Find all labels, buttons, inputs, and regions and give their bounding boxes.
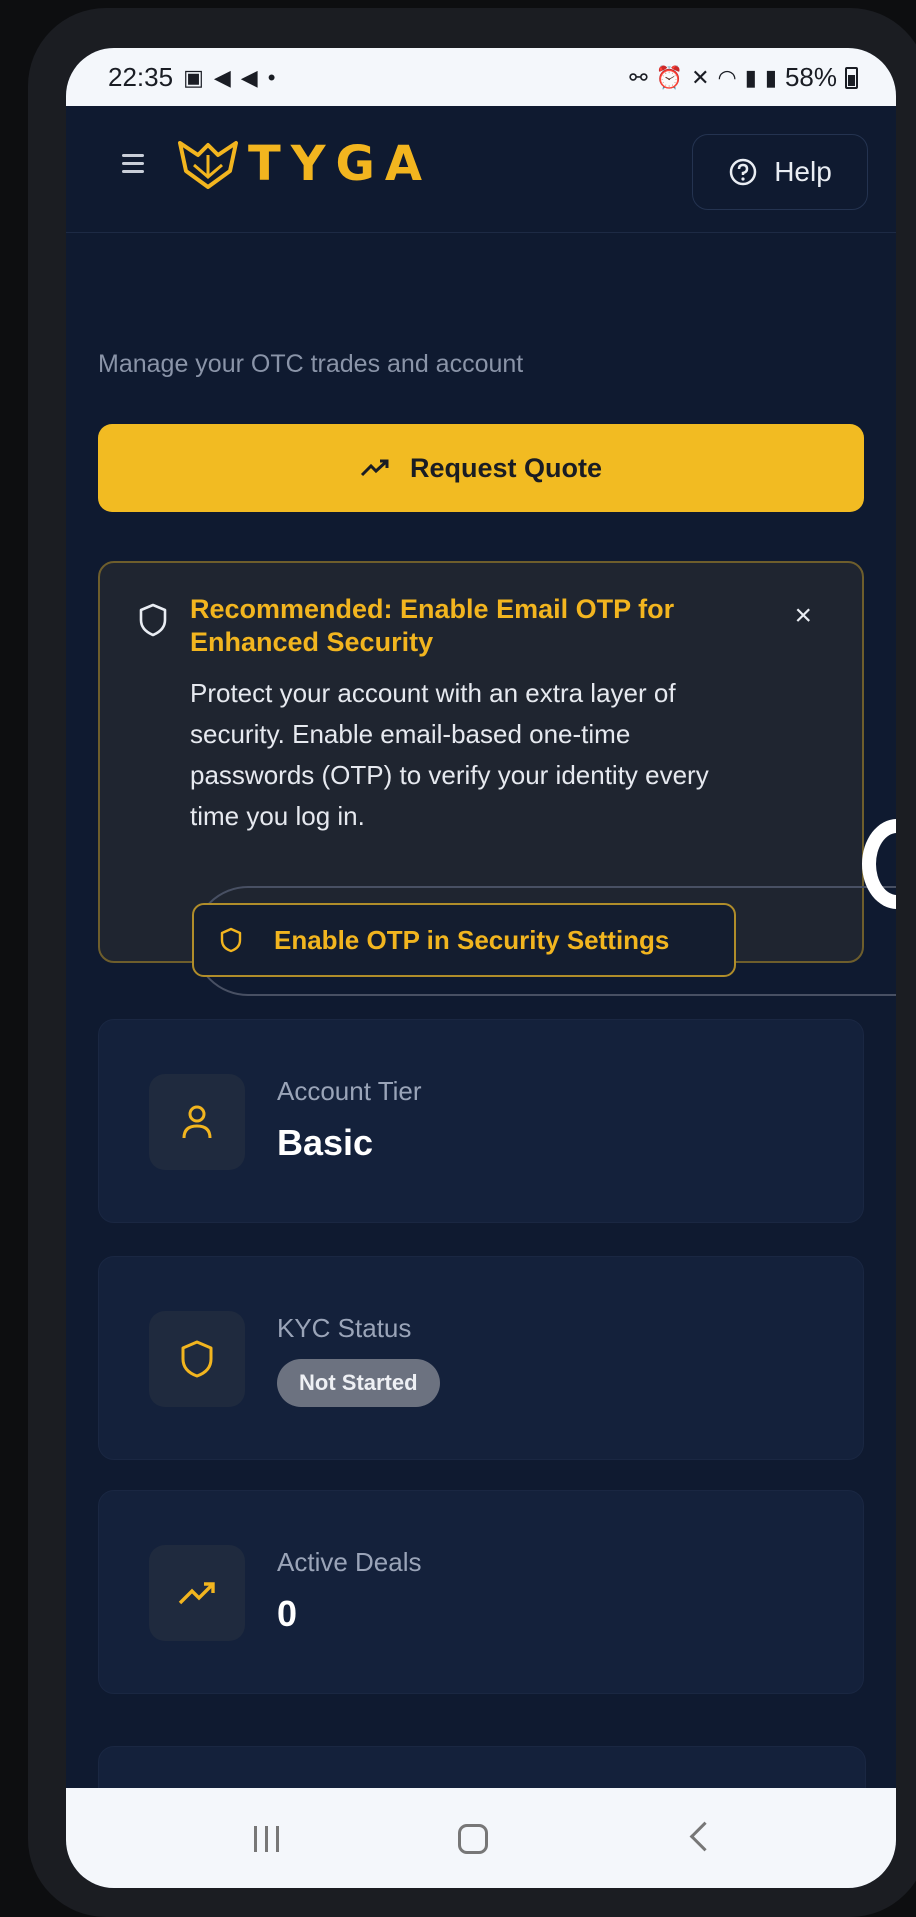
back-icon[interactable] bbox=[689, 1821, 720, 1852]
help-label: Help bbox=[774, 156, 832, 187]
account-tier-label: Account Tier bbox=[277, 1076, 422, 1106]
account-tier-icon-box bbox=[149, 1074, 245, 1170]
telegram-icon: ◀ bbox=[240, 64, 258, 90]
wifi-icon: ◠ bbox=[717, 64, 737, 90]
status-bar: 22:35 ▣ ◀ ◀ • ⚯ ⏰ ✕ ◠ ▮ ▮ 58% bbox=[66, 48, 896, 106]
page-subtitle: Manage your OTC trades and account bbox=[98, 350, 524, 378]
security-alert: Recommended: Enable Email OTP for Enhanc… bbox=[98, 561, 896, 996]
shield-icon bbox=[181, 1340, 213, 1378]
close-icon[interactable]: × bbox=[794, 601, 812, 631]
app-header: TYGA Help bbox=[66, 106, 896, 233]
active-deals-icon-box bbox=[149, 1545, 245, 1641]
enable-otp-button[interactable]: Enable OTP in Security Settings bbox=[192, 903, 736, 977]
gallery-icon: ▣ bbox=[183, 64, 204, 90]
recent-apps-icon[interactable] bbox=[254, 1826, 279, 1852]
help-button[interactable]: Help bbox=[692, 134, 868, 210]
link-icon: ⚯ bbox=[629, 64, 648, 90]
alert-title: Recommended: Enable Email OTP for Enhanc… bbox=[190, 594, 675, 657]
trending-up-icon bbox=[360, 459, 389, 477]
trending-up-icon bbox=[178, 1582, 215, 1605]
active-deals-value: 0 bbox=[277, 1593, 298, 1634]
shield-icon bbox=[220, 927, 242, 953]
user-icon bbox=[182, 1105, 212, 1139]
alarm-icon: ⏰ bbox=[655, 64, 684, 90]
mute-icon: ✕ bbox=[691, 64, 710, 90]
request-quote-label: Request Quote bbox=[409, 452, 603, 483]
signal-icon: ▮ bbox=[764, 64, 777, 90]
brand-name: TYGA bbox=[248, 136, 433, 192]
active-deals-label: Active Deals bbox=[277, 1547, 422, 1577]
tiger-logo-icon bbox=[178, 141, 238, 189]
request-quote-button[interactable]: Request Quote bbox=[98, 424, 864, 512]
alert-body: Protect your account with an extra layer… bbox=[190, 678, 709, 831]
logo[interactable]: TYGA bbox=[176, 136, 432, 192]
account-tier-card: Account Tier Basic bbox=[98, 1019, 864, 1223]
kyc-icon-box bbox=[149, 1311, 245, 1407]
help-circle-icon bbox=[729, 158, 757, 186]
account-tier-value: Basic bbox=[277, 1122, 374, 1163]
dot-icon: • bbox=[267, 64, 276, 90]
status-time: 22:35 bbox=[108, 62, 174, 92]
phone-screen: 22:35 ▣ ◀ ◀ • ⚯ ⏰ ✕ ◠ ▮ ▮ 58% TYGA Help … bbox=[66, 48, 896, 1888]
status-right: ⚯ ⏰ ✕ ◠ ▮ ▮ 58% bbox=[629, 62, 858, 93]
enable-otp-label: Enable OTP in Security Settings bbox=[274, 924, 670, 955]
active-deals-card: Active Deals 0 bbox=[98, 1490, 864, 1694]
status-left: 22:35 ▣ ◀ ◀ • bbox=[108, 62, 275, 93]
status-badge: Not Started bbox=[277, 1359, 440, 1407]
signal-icon: ▮ bbox=[744, 64, 757, 90]
home-icon[interactable] bbox=[458, 1824, 488, 1854]
kyc-status-label: KYC Status bbox=[277, 1313, 412, 1343]
battery-icon bbox=[845, 66, 858, 89]
telegram-icon: ◀ bbox=[213, 64, 231, 90]
system-nav-bar bbox=[66, 1788, 896, 1888]
kyc-status-card: KYC Status Not Started bbox=[98, 1256, 864, 1460]
shield-icon bbox=[139, 603, 167, 637]
menu-icon[interactable] bbox=[122, 154, 144, 173]
battery-percentage: 58% bbox=[784, 62, 837, 92]
